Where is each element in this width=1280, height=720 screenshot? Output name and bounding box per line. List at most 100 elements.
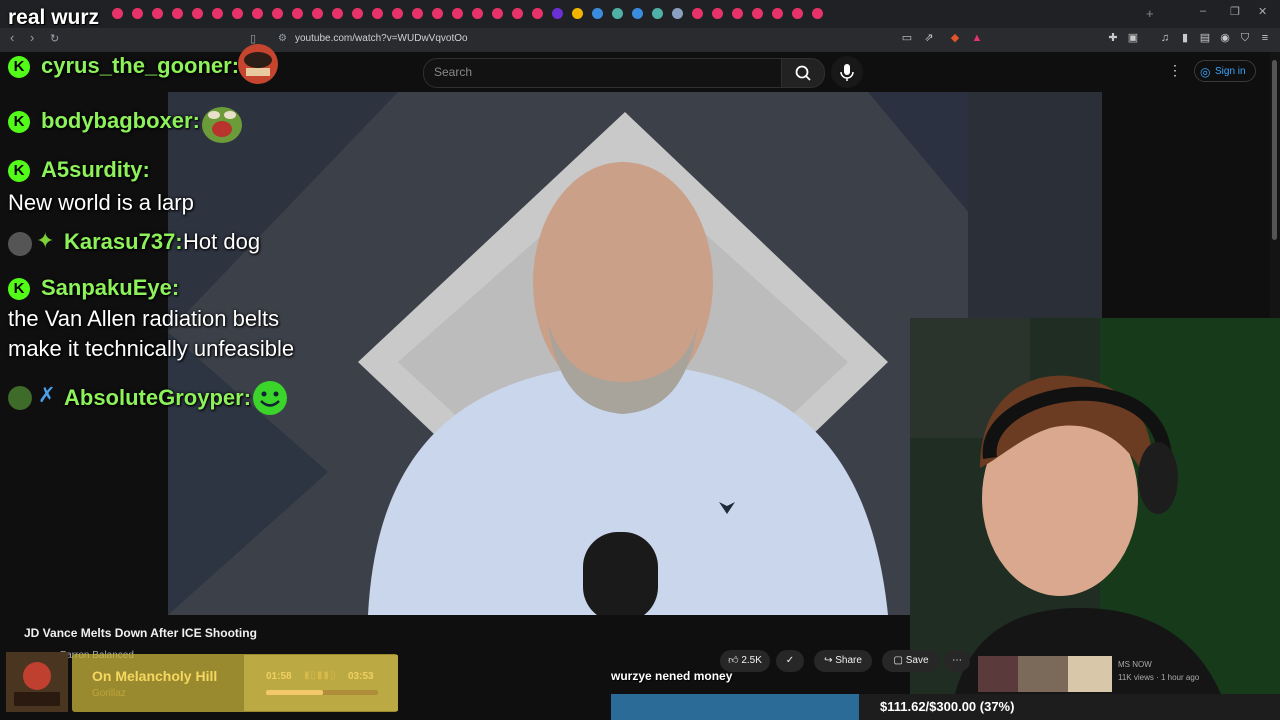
equalizer-icon: ▮▯▮▮▯ xyxy=(304,670,337,681)
back-icon[interactable]: ‹ xyxy=(10,30,14,45)
browser-tab-favicon[interactable] xyxy=(312,8,323,19)
share-button[interactable]: ↪ Share xyxy=(814,650,872,672)
browser-tab-favicon[interactable] xyxy=(412,8,423,19)
screen-icon[interactable]: ▭ xyxy=(900,31,914,45)
browser-tab-favicon[interactable] xyxy=(652,8,663,19)
search-icon xyxy=(795,65,811,81)
browser-tab-favicon[interactable] xyxy=(272,8,283,19)
browser-tab-favicon[interactable] xyxy=(532,8,543,19)
sign-in-label: Sign in xyxy=(1215,66,1246,77)
chat-username: A5surdity: xyxy=(41,157,150,182)
wallet-icon[interactable]: ▤ xyxy=(1198,31,1212,45)
browser-tab-favicon[interactable] xyxy=(132,8,143,19)
bookmark-add-icon: ▢ xyxy=(893,655,903,666)
browser-tab-favicon[interactable] xyxy=(192,8,203,19)
rewards-icon[interactable]: ▲ xyxy=(970,31,984,45)
browser-tab-favicon[interactable] xyxy=(592,8,603,19)
browser-tab-favicon[interactable] xyxy=(472,8,483,19)
browser-tab-favicon[interactable] xyxy=(632,8,643,19)
donation-goal-fill xyxy=(611,694,859,720)
minimize-icon[interactable]: – xyxy=(1200,5,1206,17)
browser-tab-favicon[interactable] xyxy=(612,8,623,19)
browser-tab-favicon[interactable] xyxy=(392,8,403,19)
account-icon: ◎ xyxy=(1200,65,1211,79)
song-artist: Gorillaz xyxy=(92,688,126,699)
extensions-icon[interactable]: ✚ xyxy=(1106,31,1120,45)
browser-tab-favicon[interactable] xyxy=(212,8,223,19)
now-playing-time-panel xyxy=(244,655,398,711)
search-button[interactable] xyxy=(781,58,825,88)
thumbnail-image xyxy=(978,656,1112,692)
search-input[interactable] xyxy=(423,58,783,88)
brave-shield-icon[interactable]: ◆ xyxy=(948,31,962,45)
close-icon[interactable]: ✕ xyxy=(1258,5,1267,18)
browser-tab-favicon[interactable] xyxy=(432,8,443,19)
browser-tab-favicon[interactable] xyxy=(552,8,563,19)
tts-caption: wurzye nened money xyxy=(611,669,733,683)
dislike-button[interactable]: ✓ xyxy=(776,650,804,672)
browser-tab-favicon[interactable] xyxy=(292,8,303,19)
browser-tab-favicon[interactable] xyxy=(732,8,743,19)
sidebar-icon[interactable]: ▮ xyxy=(1178,31,1192,45)
scrollbar-thumb[interactable] xyxy=(1272,60,1277,240)
new-tab-icon[interactable]: + xyxy=(1146,6,1154,21)
browser-tab-favicon[interactable] xyxy=(692,8,703,19)
like-count: 2.5K xyxy=(741,655,762,666)
chat-message-text-line2: make it technically unfeasible xyxy=(8,336,295,361)
save-label: Save xyxy=(905,655,929,666)
album-art xyxy=(6,652,68,712)
vpn-icon[interactable]: ⛉ xyxy=(1238,31,1252,45)
pepe-emote-icon xyxy=(202,107,242,143)
stream-title: real wurz xyxy=(8,6,100,29)
browser-tab-favicon[interactable] xyxy=(232,8,243,19)
browser-tab-favicon[interactable] xyxy=(512,8,523,19)
emote-icon xyxy=(238,44,278,84)
restore-icon[interactable]: ❐ xyxy=(1230,5,1240,18)
thumbs-down-icon: ✓ xyxy=(785,655,795,666)
browser-tab-favicon[interactable] xyxy=(152,8,163,19)
browser-tab-favicon[interactable] xyxy=(332,8,343,19)
browser-tab-favicon[interactable] xyxy=(752,8,763,19)
chat-username: cyrus_the_gooner: xyxy=(41,53,240,78)
browser-tab-favicon[interactable] xyxy=(712,8,723,19)
share-label: Share xyxy=(835,655,862,666)
browser-tab-favicon[interactable] xyxy=(372,8,383,19)
user-avatar-icon xyxy=(8,386,32,410)
share-icon: ↪ xyxy=(824,655,833,666)
browser-tab-favicon[interactable] xyxy=(352,8,363,19)
browser-tab-favicon[interactable] xyxy=(792,8,803,19)
browser-tab-favicon[interactable] xyxy=(452,8,463,19)
menu-icon[interactable]: ≡ xyxy=(1258,31,1272,45)
chat-message-text: Hot dog xyxy=(183,229,261,254)
browser-tab-favicon[interactable] xyxy=(772,8,783,19)
address-bar xyxy=(0,28,1280,52)
song-title: On Melancholy Hill xyxy=(92,668,218,684)
tab-search-icon[interactable]: ▣ xyxy=(1126,31,1140,45)
browser-tab-favicon[interactable] xyxy=(672,8,683,19)
video-title[interactable]: JD Vance Melts Down After ICE Shooting xyxy=(24,626,257,640)
more-options-icon[interactable]: ⋮ xyxy=(1168,62,1182,79)
browser-tab-favicon[interactable] xyxy=(812,8,823,19)
save-button[interactable]: ▢ Save xyxy=(882,650,940,672)
browser-tab-favicon[interactable] xyxy=(172,8,183,19)
chat-message-text: New world is a larp xyxy=(8,190,194,215)
browser-tab-favicon[interactable] xyxy=(492,8,503,19)
album-art-image xyxy=(6,652,68,712)
browser-tab-favicon[interactable] xyxy=(252,8,263,19)
voice-search-button[interactable] xyxy=(831,56,863,88)
chat-username: Karasu737: xyxy=(64,229,183,254)
reload-icon[interactable]: ↻ xyxy=(50,32,59,45)
media-icon[interactable]: ♫ xyxy=(1158,31,1172,45)
share-page-icon[interactable]: ⇗ xyxy=(922,31,936,45)
recommended-channel[interactable]: MS NOW xyxy=(1118,660,1152,669)
more-actions-button[interactable]: ⋯ xyxy=(944,650,970,672)
browser-tab-favicon[interactable] xyxy=(572,8,583,19)
forward-icon[interactable]: › xyxy=(30,30,34,45)
url-text[interactable]: youtube.com/watch?v=WUDwVqvotOo xyxy=(295,33,468,44)
profile-icon[interactable]: ◉ xyxy=(1218,31,1232,45)
recommended-video-thumbnail[interactable] xyxy=(978,656,1112,692)
browser-tab-favicon[interactable] xyxy=(112,8,123,19)
time-elapsed: 01:58 xyxy=(266,671,292,682)
sign-in-button[interactable]: ◎ Sign in xyxy=(1194,60,1256,82)
song-progress-fill xyxy=(266,690,324,695)
